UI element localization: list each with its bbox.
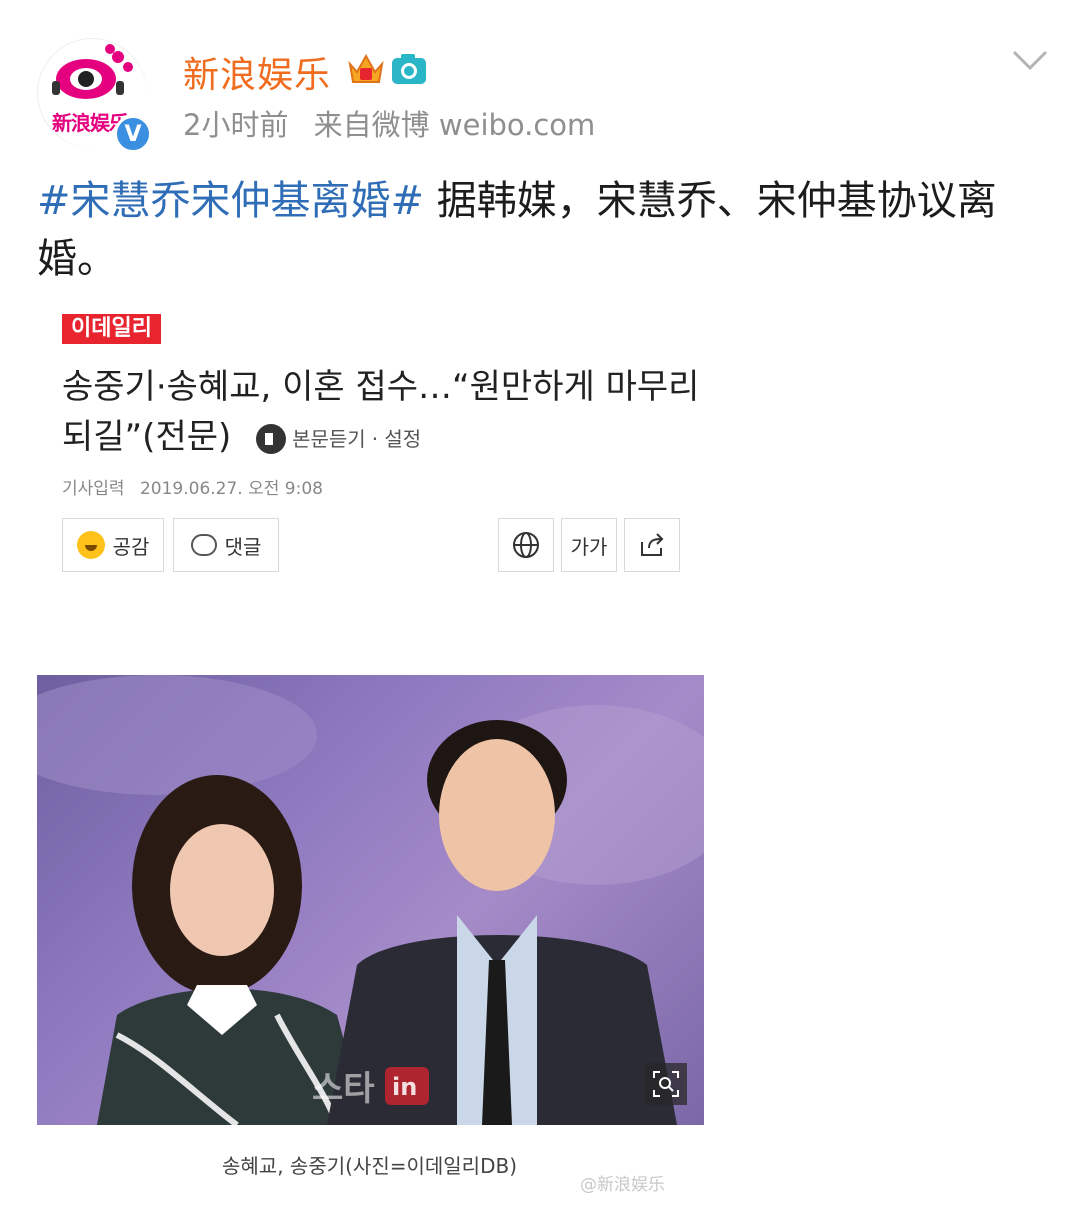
- listen-label: 본문듣기: [292, 426, 366, 451]
- comment-bubble-icon: [190, 534, 217, 556]
- font-size-label: 가가: [570, 534, 608, 559]
- topic-link[interactable]: #宋慧乔宋仲基离婚#: [37, 178, 424, 224]
- crown-badge-icon: [348, 53, 384, 83]
- smile-icon: [76, 531, 105, 559]
- article-headline: 송중기·송혜교, 이혼 접수…“원만하게 마무리 되길”(전문) 본문듣기 · …: [62, 362, 702, 464]
- username[interactable]: 新浪娱乐: [183, 46, 331, 98]
- share-icon: [641, 533, 664, 556]
- chevron-down-icon[interactable]: [1010, 48, 1050, 74]
- article-logo: 이데일리: [62, 314, 161, 344]
- couple-photo-illustration: 스타 in: [37, 675, 704, 1125]
- post-time: 2小时前: [183, 108, 289, 142]
- verified-badge-icon: V: [114, 115, 152, 153]
- date-label: 기사입력: [62, 479, 125, 499]
- photo-caption: 송혜교, 송중기(사진=이데일리DB): [222, 1154, 517, 1178]
- svg-text:in: in: [392, 1073, 417, 1101]
- photo-watermark: 스타: [312, 1069, 375, 1109]
- settings-label: · 설정: [371, 426, 422, 451]
- comment-label: 댓글: [224, 534, 262, 559]
- article-date: 기사입력 2019.06.27. 오전 9:08: [62, 474, 323, 499]
- listen-control: 본문듣기 · 설정: [256, 414, 421, 464]
- zoom-icon: [653, 1071, 679, 1097]
- post-source[interactable]: 来自微博 weibo.com: [314, 108, 596, 142]
- article-photo[interactable]: 스타 in: [37, 675, 704, 1125]
- zoom-button[interactable]: [645, 1063, 687, 1105]
- post-text: #宋慧乔宋仲基离婚# 据韩媒，宋慧乔、宋仲基协议离婚。: [37, 172, 1047, 288]
- speaker-icon: [256, 423, 287, 454]
- comment-button: 댓글: [173, 518, 279, 572]
- like-button: 공감: [62, 518, 164, 572]
- weibo-watermark: @新浪娱乐: [580, 1175, 665, 1195]
- camera-badge-icon: [392, 54, 426, 84]
- post-meta: 2小时前 来自微博 weibo.com: [183, 102, 611, 144]
- avatar[interactable]: 新浪娱乐 V: [37, 38, 152, 153]
- font-size-button: 가가: [561, 518, 617, 572]
- date-value: 2019.06.27. 오전 9:08: [139, 479, 323, 499]
- like-label: 공감: [112, 534, 150, 559]
- globe-button: [498, 518, 554, 572]
- globe-icon: [513, 532, 539, 558]
- share-button: [624, 518, 680, 572]
